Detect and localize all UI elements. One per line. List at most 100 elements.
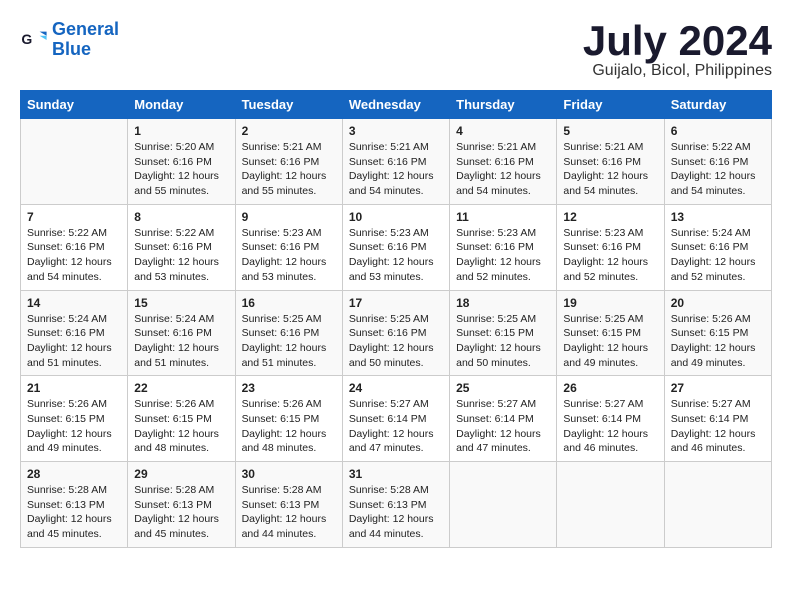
- calendar-cell: [450, 462, 557, 548]
- calendar-cell: 31 Sunrise: 5:28 AMSunset: 6:13 PMDayligh…: [342, 462, 449, 548]
- week-row-5: 28 Sunrise: 5:28 AMSunset: 6:13 PMDayligh…: [21, 462, 772, 548]
- calendar-cell: [557, 462, 664, 548]
- day-info: Sunrise: 5:25 AMSunset: 6:15 PMDaylight:…: [563, 312, 657, 371]
- header: G General Blue July 2024 Guijalo, Bicol,…: [20, 20, 772, 80]
- day-info: Sunrise: 5:27 AMSunset: 6:14 PMDaylight:…: [456, 397, 550, 456]
- week-row-2: 7 Sunrise: 5:22 AMSunset: 6:16 PMDaylight…: [21, 204, 772, 290]
- calendar-cell: 19Sunrise: 5:25 AMSunset: 6:15 PMDayligh…: [557, 290, 664, 376]
- calendar-cell: 6 Sunrise: 5:22 AMSunset: 6:16 PMDaylight…: [664, 119, 771, 205]
- calendar-cell: 22 Sunrise: 5:26 AMSunset: 6:15 PMDayligh…: [128, 376, 235, 462]
- day-info: Sunrise: 5:26 AMSunset: 6:15 PMDaylight:…: [27, 397, 121, 456]
- calendar-cell: 8Sunrise: 5:22 AMSunset: 6:16 PMDaylight…: [128, 204, 235, 290]
- weekday-header-friday: Friday: [557, 91, 664, 119]
- day-info: Sunrise: 5:21 AMSunset: 6:16 PMDaylight:…: [456, 140, 550, 199]
- day-number: 25: [456, 381, 550, 395]
- day-info: Sunrise: 5:23 AMSunset: 6:16 PMDaylight:…: [563, 226, 657, 285]
- calendar-cell: 17 Sunrise: 5:25 AMSunset: 6:16 PMDayligh…: [342, 290, 449, 376]
- day-info: Sunrise: 5:24 AMSunset: 6:16 PMDaylight:…: [671, 226, 765, 285]
- day-info: Sunrise: 5:26 AMSunset: 6:15 PMDaylight:…: [134, 397, 228, 456]
- calendar-cell: 26 Sunrise: 5:27 AMSunset: 6:14 PMDayligh…: [557, 376, 664, 462]
- day-info: Sunrise: 5:21 AMSunset: 6:16 PMDaylight:…: [349, 140, 443, 199]
- day-number: 13: [671, 210, 765, 224]
- weekday-header-row: SundayMondayTuesdayWednesdayThursdayFrid…: [21, 91, 772, 119]
- day-info: Sunrise: 5:25 AMSunset: 6:16 PMDaylight:…: [349, 312, 443, 371]
- calendar-cell: 29 Sunrise: 5:28 AMSunset: 6:13 PMDayligh…: [128, 462, 235, 548]
- calendar-cell: 27 Sunrise: 5:27 AMSunset: 6:14 PMDayligh…: [664, 376, 771, 462]
- day-number: 17: [349, 296, 443, 310]
- calendar-cell: 4Sunrise: 5:21 AMSunset: 6:16 PMDaylight…: [450, 119, 557, 205]
- day-info: Sunrise: 5:23 AMSunset: 6:16 PMDaylight:…: [242, 226, 336, 285]
- day-number: 31: [349, 467, 443, 481]
- day-info: Sunrise: 5:21 AMSunset: 6:16 PMDaylight:…: [242, 140, 336, 199]
- day-info: Sunrise: 5:23 AMSunset: 6:16 PMDaylight:…: [349, 226, 443, 285]
- logo-text: General Blue: [52, 20, 119, 60]
- day-number: 9: [242, 210, 336, 224]
- day-info: Sunrise: 5:21 AMSunset: 6:16 PMDaylight:…: [563, 140, 657, 199]
- day-info: Sunrise: 5:25 AMSunset: 6:15 PMDaylight:…: [456, 312, 550, 371]
- month-title: July 2024: [583, 20, 772, 62]
- day-info: Sunrise: 5:24 AMSunset: 6:16 PMDaylight:…: [134, 312, 228, 371]
- day-info: Sunrise: 5:27 AMSunset: 6:14 PMDaylight:…: [563, 397, 657, 456]
- calendar-cell: 18 Sunrise: 5:25 AMSunset: 6:15 PMDayligh…: [450, 290, 557, 376]
- calendar-cell: 2Sunrise: 5:21 AMSunset: 6:16 PMDaylight…: [235, 119, 342, 205]
- day-info: Sunrise: 5:28 AMSunset: 6:13 PMDaylight:…: [134, 483, 228, 542]
- day-number: 26: [563, 381, 657, 395]
- weekday-header-wednesday: Wednesday: [342, 91, 449, 119]
- calendar-cell: 13 Sunrise: 5:24 AMSunset: 6:16 PMDayligh…: [664, 204, 771, 290]
- calendar-cell: 28 Sunrise: 5:28 AMSunset: 6:13 PMDayligh…: [21, 462, 128, 548]
- week-row-3: 14 Sunrise: 5:24 AMSunset: 6:16 PMDayligh…: [21, 290, 772, 376]
- calendar-cell: [21, 119, 128, 205]
- day-info: Sunrise: 5:27 AMSunset: 6:14 PMDaylight:…: [671, 397, 765, 456]
- calendar-cell: 7 Sunrise: 5:22 AMSunset: 6:16 PMDaylight…: [21, 204, 128, 290]
- calendar-cell: 9 Sunrise: 5:23 AMSunset: 6:16 PMDaylight…: [235, 204, 342, 290]
- day-number: 11: [456, 210, 550, 224]
- calendar-cell: 16Sunrise: 5:25 AMSunset: 6:16 PMDayligh…: [235, 290, 342, 376]
- logo: G General Blue: [20, 20, 119, 60]
- calendar-cell: 20Sunrise: 5:26 AMSunset: 6:15 PMDayligh…: [664, 290, 771, 376]
- day-number: 1: [134, 124, 228, 138]
- calendar-cell: 5 Sunrise: 5:21 AMSunset: 6:16 PMDaylight…: [557, 119, 664, 205]
- day-info: Sunrise: 5:28 AMSunset: 6:13 PMDaylight:…: [242, 483, 336, 542]
- day-number: 5: [563, 124, 657, 138]
- day-number: 6: [671, 124, 765, 138]
- day-number: 24: [349, 381, 443, 395]
- calendar-cell: 14Sunrise: 5:24 AMSunset: 6:16 PMDayligh…: [21, 290, 128, 376]
- week-row-4: 21 Sunrise: 5:26 AMSunset: 6:15 PMDayligh…: [21, 376, 772, 462]
- calendar-cell: 24 Sunrise: 5:27 AMSunset: 6:14 PMDayligh…: [342, 376, 449, 462]
- day-number: 27: [671, 381, 765, 395]
- day-number: 28: [27, 467, 121, 481]
- calendar-cell: 25 Sunrise: 5:27 AMSunset: 6:14 PMDayligh…: [450, 376, 557, 462]
- calendar-cell: 3 Sunrise: 5:21 AMSunset: 6:16 PMDaylight…: [342, 119, 449, 205]
- day-number: 21: [27, 381, 121, 395]
- calendar-cell: 30Sunrise: 5:28 AMSunset: 6:13 PMDayligh…: [235, 462, 342, 548]
- day-info: Sunrise: 5:28 AMSunset: 6:13 PMDaylight:…: [349, 483, 443, 542]
- day-number: 29: [134, 467, 228, 481]
- day-info: Sunrise: 5:26 AMSunset: 6:15 PMDaylight:…: [242, 397, 336, 456]
- day-number: 14: [27, 296, 121, 310]
- day-number: 15: [134, 296, 228, 310]
- day-info: Sunrise: 5:22 AMSunset: 6:16 PMDaylight:…: [671, 140, 765, 199]
- day-number: 23: [242, 381, 336, 395]
- week-row-1: 1Sunrise: 5:20 AMSunset: 6:16 PMDaylight…: [21, 119, 772, 205]
- logo-line1: General: [52, 19, 119, 39]
- day-number: 7: [27, 210, 121, 224]
- day-number: 16: [242, 296, 336, 310]
- calendar-cell: 21 Sunrise: 5:26 AMSunset: 6:15 PMDayligh…: [21, 376, 128, 462]
- day-number: 12: [563, 210, 657, 224]
- calendar-cell: 1Sunrise: 5:20 AMSunset: 6:16 PMDaylight…: [128, 119, 235, 205]
- day-info: Sunrise: 5:28 AMSunset: 6:13 PMDaylight:…: [27, 483, 121, 542]
- calendar-table: SundayMondayTuesdayWednesdayThursdayFrid…: [20, 90, 772, 548]
- day-info: Sunrise: 5:23 AMSunset: 6:16 PMDaylight:…: [456, 226, 550, 285]
- day-number: 8: [134, 210, 228, 224]
- day-number: 22: [134, 381, 228, 395]
- day-info: Sunrise: 5:27 AMSunset: 6:14 PMDaylight:…: [349, 397, 443, 456]
- day-number: 3: [349, 124, 443, 138]
- day-number: 18: [456, 296, 550, 310]
- day-info: Sunrise: 5:26 AMSunset: 6:15 PMDaylight:…: [671, 312, 765, 371]
- day-number: 10: [349, 210, 443, 224]
- logo-icon: G: [20, 26, 48, 54]
- weekday-header-thursday: Thursday: [450, 91, 557, 119]
- title-section: July 2024 Guijalo, Bicol, Philippines: [583, 20, 772, 80]
- logo-line2: Blue: [52, 39, 91, 59]
- day-info: Sunrise: 5:22 AMSunset: 6:16 PMDaylight:…: [27, 226, 121, 285]
